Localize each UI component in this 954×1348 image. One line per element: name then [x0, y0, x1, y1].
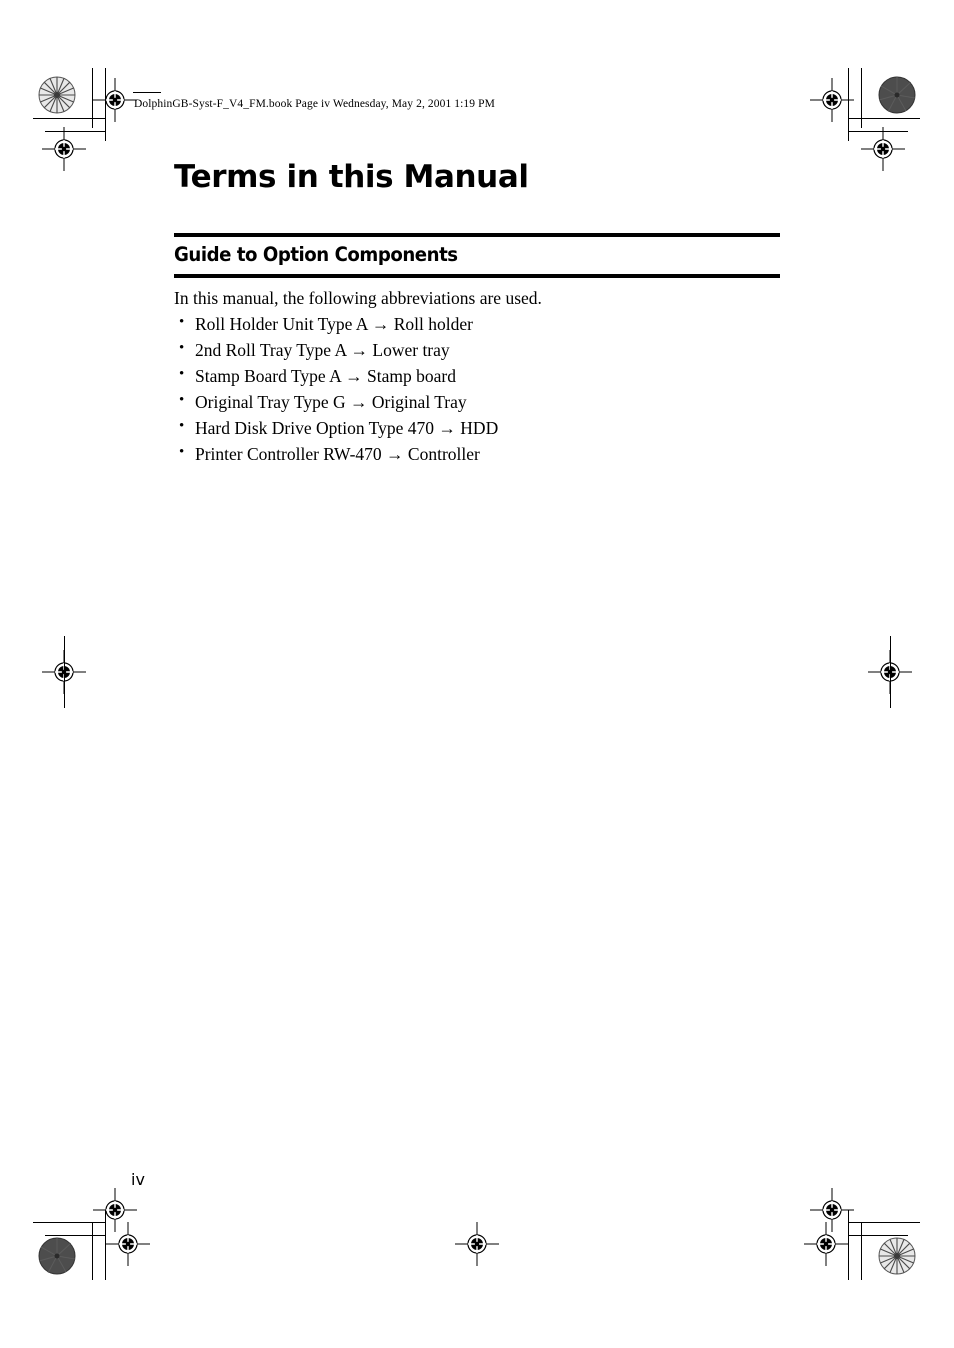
crop-mark-line: [848, 1222, 920, 1223]
abbreviation-list: • Roll Holder Unit Type A → Roll holder …: [174, 307, 780, 464]
bullet-icon: •: [179, 392, 185, 409]
term-source: Original Tray Type G: [195, 392, 346, 413]
crop-mark-line: [64, 636, 65, 708]
term-target: Controller: [407, 444, 480, 465]
term-source: Printer Controller RW-470: [195, 444, 382, 465]
page-title: Terms in this Manual: [174, 159, 529, 195]
arrow-icon: →: [350, 340, 369, 361]
arrow-icon: →: [345, 366, 363, 387]
arrow-icon: →: [349, 392, 368, 413]
list-item: • Roll Holder Unit Type A → Roll holder: [174, 314, 780, 335]
halftone-target-icon: [878, 1237, 916, 1275]
term-target: Original Tray: [371, 392, 467, 413]
bullet-icon: •: [179, 444, 185, 461]
slug-rule: [133, 92, 161, 93]
list-item: • Stamp Board Type A → Stamp board: [174, 366, 780, 387]
page-content: Terms in this Manual Guide to Option Com…: [174, 160, 780, 472]
term-target: Lower tray: [372, 340, 450, 361]
page-number: iv: [131, 1170, 145, 1189]
bullet-icon: •: [179, 340, 185, 357]
section-heading: Guide to Option Components: [174, 243, 458, 267]
registration-target-icon: [810, 78, 854, 122]
term-source: Hard Disk Drive Option Type 470: [195, 418, 435, 439]
term-target: Roll holder: [393, 314, 473, 335]
term-source: Roll Holder Unit Type A: [195, 314, 368, 335]
bullet-icon: •: [179, 314, 185, 331]
halftone-target-icon: [38, 76, 76, 114]
file-slug-text: DolphinGB-Syst-F_V4_FM.book Page iv Wedn…: [134, 98, 495, 110]
registration-target-icon: [106, 1222, 150, 1266]
crop-mark-line: [861, 68, 862, 128]
term-target: Stamp board: [367, 366, 456, 387]
bullet-icon: •: [179, 418, 185, 435]
arrow-icon: →: [371, 314, 390, 335]
crop-mark-line: [848, 118, 920, 119]
term-source: Stamp Board Type A: [195, 366, 341, 387]
document-page: DolphinGB-Syst-F_V4_FM.book Page iv Wedn…: [0, 0, 954, 1348]
halftone-target-icon: [878, 76, 916, 114]
arrow-icon: →: [438, 418, 456, 439]
arrow-icon: →: [386, 444, 404, 465]
registration-target-icon: [455, 1222, 499, 1266]
bullet-icon: •: [179, 366, 185, 383]
list-item: • Original Tray Type G → Original Tray: [174, 392, 780, 413]
registration-target-icon: [42, 127, 86, 171]
list-item: • 2nd Roll Tray Type A → Lower tray: [174, 340, 780, 361]
crop-mark-line: [861, 1222, 862, 1280]
term-source: 2nd Roll Tray Type A: [195, 340, 347, 361]
list-item: • Printer Controller RW-470 → Controller: [174, 444, 780, 465]
intro-paragraph: In this manual, the following abbreviati…: [174, 287, 542, 308]
registration-target-icon: [93, 78, 137, 122]
crop-mark-line: [890, 636, 891, 708]
registration-target-icon: [804, 1222, 848, 1266]
term-target: HDD: [460, 418, 499, 439]
halftone-target-icon: [38, 1237, 76, 1275]
crop-mark-line: [45, 1235, 105, 1236]
crop-mark-line: [848, 1235, 908, 1236]
registration-target-icon: [861, 127, 905, 171]
list-item: • Hard Disk Drive Option Type 470 → HDD: [174, 418, 780, 439]
